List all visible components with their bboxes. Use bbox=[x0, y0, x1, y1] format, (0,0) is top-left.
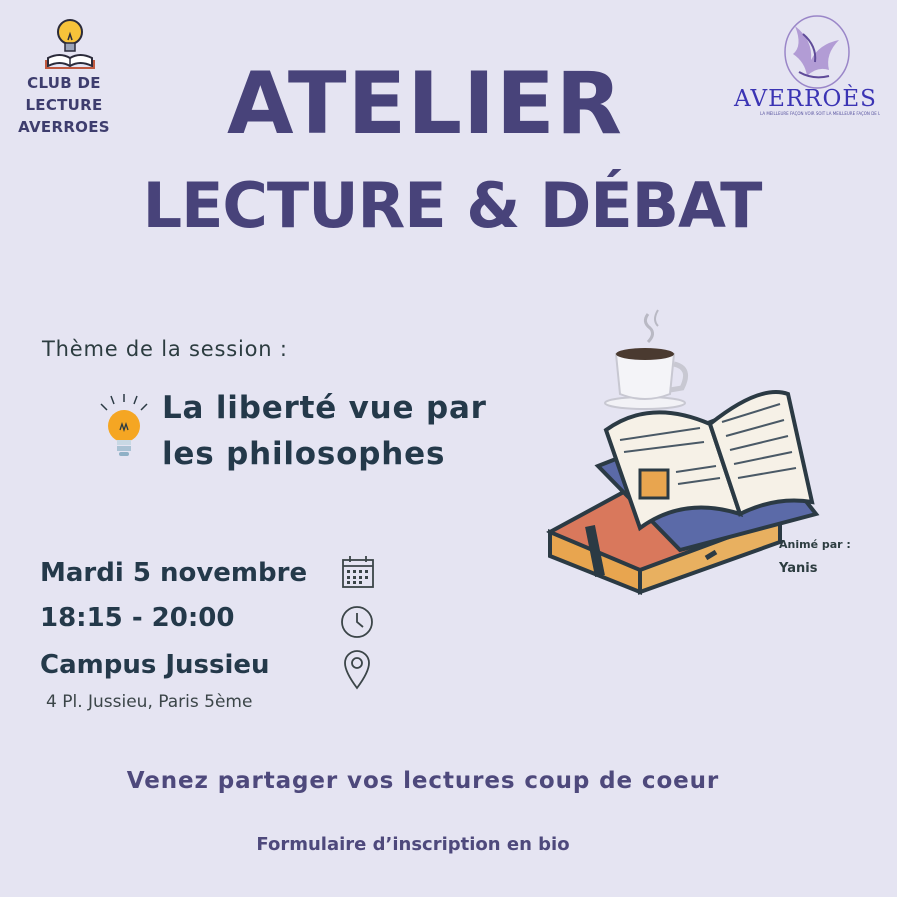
animated-by-label: Animé par : bbox=[779, 538, 851, 551]
event-place: Campus Jussieu bbox=[40, 650, 270, 680]
page-subtitle: LECTURE & DÉBAT bbox=[142, 169, 763, 242]
clock-icon bbox=[341, 606, 373, 638]
invitation-tagline: Venez partager vos lectures coup de coeu… bbox=[126, 768, 720, 794]
event-date: Mardi 5 novembre bbox=[40, 558, 308, 588]
event-time: 18:15 - 20:00 bbox=[40, 603, 235, 633]
session-theme: La liberté vue par les philosophes bbox=[162, 390, 487, 472]
location-pin-icon bbox=[344, 650, 370, 690]
animator-name: Yanis bbox=[779, 561, 818, 576]
books-coffee-illustration bbox=[546, 309, 820, 595]
page-title: ATELIER bbox=[226, 54, 624, 154]
partner-logo-tagline: LA MEILLEURE FAÇON VOIR SOIT LA MEILLEUR… bbox=[760, 111, 880, 116]
lightbulb-icon bbox=[100, 394, 148, 456]
event-address: 4 Pl. Jussieu, Paris 5ème bbox=[46, 692, 253, 712]
partner-logo-text: AVERROÈS bbox=[734, 86, 877, 112]
theme-label: Thème de la session : bbox=[42, 337, 288, 361]
signup-note: Formulaire d’inscription en bio bbox=[256, 834, 570, 855]
calendar-icon bbox=[342, 556, 374, 588]
